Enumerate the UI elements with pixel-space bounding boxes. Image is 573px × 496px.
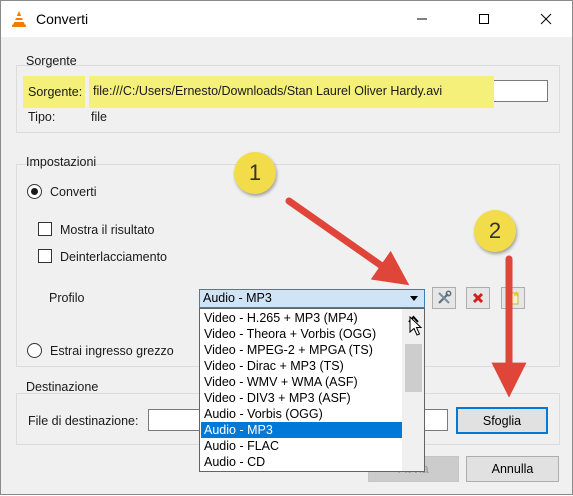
source-group-title: Sorgente bbox=[26, 54, 77, 68]
profile-select-value: Audio - MP3 bbox=[203, 291, 272, 305]
dropdown-option[interactable]: Audio - Vorbis (OGG) bbox=[201, 406, 406, 422]
dropdown-option[interactable]: Video - WMV + WMA (ASF) bbox=[201, 374, 406, 390]
dropdown-scroll-thumb[interactable] bbox=[405, 344, 422, 392]
settings-group-title: Impostazioni bbox=[26, 155, 97, 169]
profile-dropdown-list: Video - H.265 + MP3 (MP4) Video - Theora… bbox=[199, 308, 425, 472]
title-bar: Converti bbox=[1, 1, 572, 37]
cancel-button[interactable]: Annulla bbox=[466, 456, 559, 482]
dropdown-option[interactable]: Video - MPEG-2 + MPGA (TS) bbox=[201, 342, 406, 358]
close-button[interactable] bbox=[523, 1, 569, 37]
type-value: file bbox=[91, 110, 107, 124]
dropdown-option[interactable]: Audio - FLAC bbox=[201, 438, 406, 454]
raw-input-radio-label: Estrai ingresso grezzo bbox=[50, 344, 174, 358]
maximize-icon bbox=[479, 14, 489, 24]
convert-radio[interactable] bbox=[27, 184, 42, 199]
annotation-badge-1: 1 bbox=[234, 152, 276, 194]
convert-dialog: Converti Sorgente Sorgente: file:///C:/U… bbox=[0, 0, 573, 495]
destination-file-label: File di destinazione: bbox=[28, 414, 139, 428]
annotation-badge-2: 2 bbox=[474, 210, 516, 252]
deinterlace-checkbox[interactable] bbox=[38, 249, 52, 263]
vlc-cone-icon bbox=[12, 11, 26, 27]
delete-red-x-icon bbox=[472, 292, 484, 304]
maximize-button[interactable] bbox=[461, 1, 507, 37]
dropdown-option-selected[interactable]: Audio - MP3 bbox=[201, 422, 406, 438]
window-title: Converti bbox=[36, 11, 89, 27]
source-label: Sorgente: bbox=[28, 85, 83, 99]
chevron-down-icon bbox=[410, 296, 418, 301]
raw-input-radio[interactable] bbox=[27, 343, 42, 358]
show-output-checkbox[interactable] bbox=[38, 222, 52, 236]
dropdown-option[interactable]: Video - Theora + Vorbis (OGG) bbox=[201, 326, 406, 342]
type-label: Tipo: bbox=[28, 110, 56, 124]
minimize-icon bbox=[417, 18, 427, 20]
dropdown-option[interactable]: Audio - CD bbox=[201, 454, 406, 470]
edit-profile-button[interactable] bbox=[432, 287, 456, 309]
source-input-value: file:///C:/Users/Ernesto/Downloads/Stan … bbox=[93, 84, 443, 98]
minimize-button[interactable] bbox=[399, 1, 445, 37]
new-profile-icon bbox=[508, 291, 519, 305]
show-output-label: Mostra il risultato bbox=[60, 223, 155, 237]
close-icon bbox=[540, 13, 552, 25]
delete-profile-button[interactable] bbox=[466, 287, 490, 309]
new-profile-button[interactable] bbox=[501, 287, 525, 309]
profile-label: Profilo bbox=[49, 291, 85, 305]
wrench-icon bbox=[438, 290, 452, 304]
destination-group-title: Destinazione bbox=[26, 380, 99, 394]
convert-radio-label: Converti bbox=[50, 185, 97, 199]
mouse-cursor-icon bbox=[409, 316, 423, 336]
browse-button[interactable]: Sfoglia bbox=[456, 407, 548, 434]
dropdown-option[interactable]: Video - Dirac + MP3 (TS) bbox=[201, 358, 406, 374]
deinterlace-label: Deinterlacciamento bbox=[60, 250, 167, 264]
dropdown-option[interactable]: Video - H.265 + MP3 (MP4) bbox=[201, 310, 406, 326]
dropdown-option[interactable]: Video - DIV3 + MP3 (ASF) bbox=[201, 390, 406, 406]
